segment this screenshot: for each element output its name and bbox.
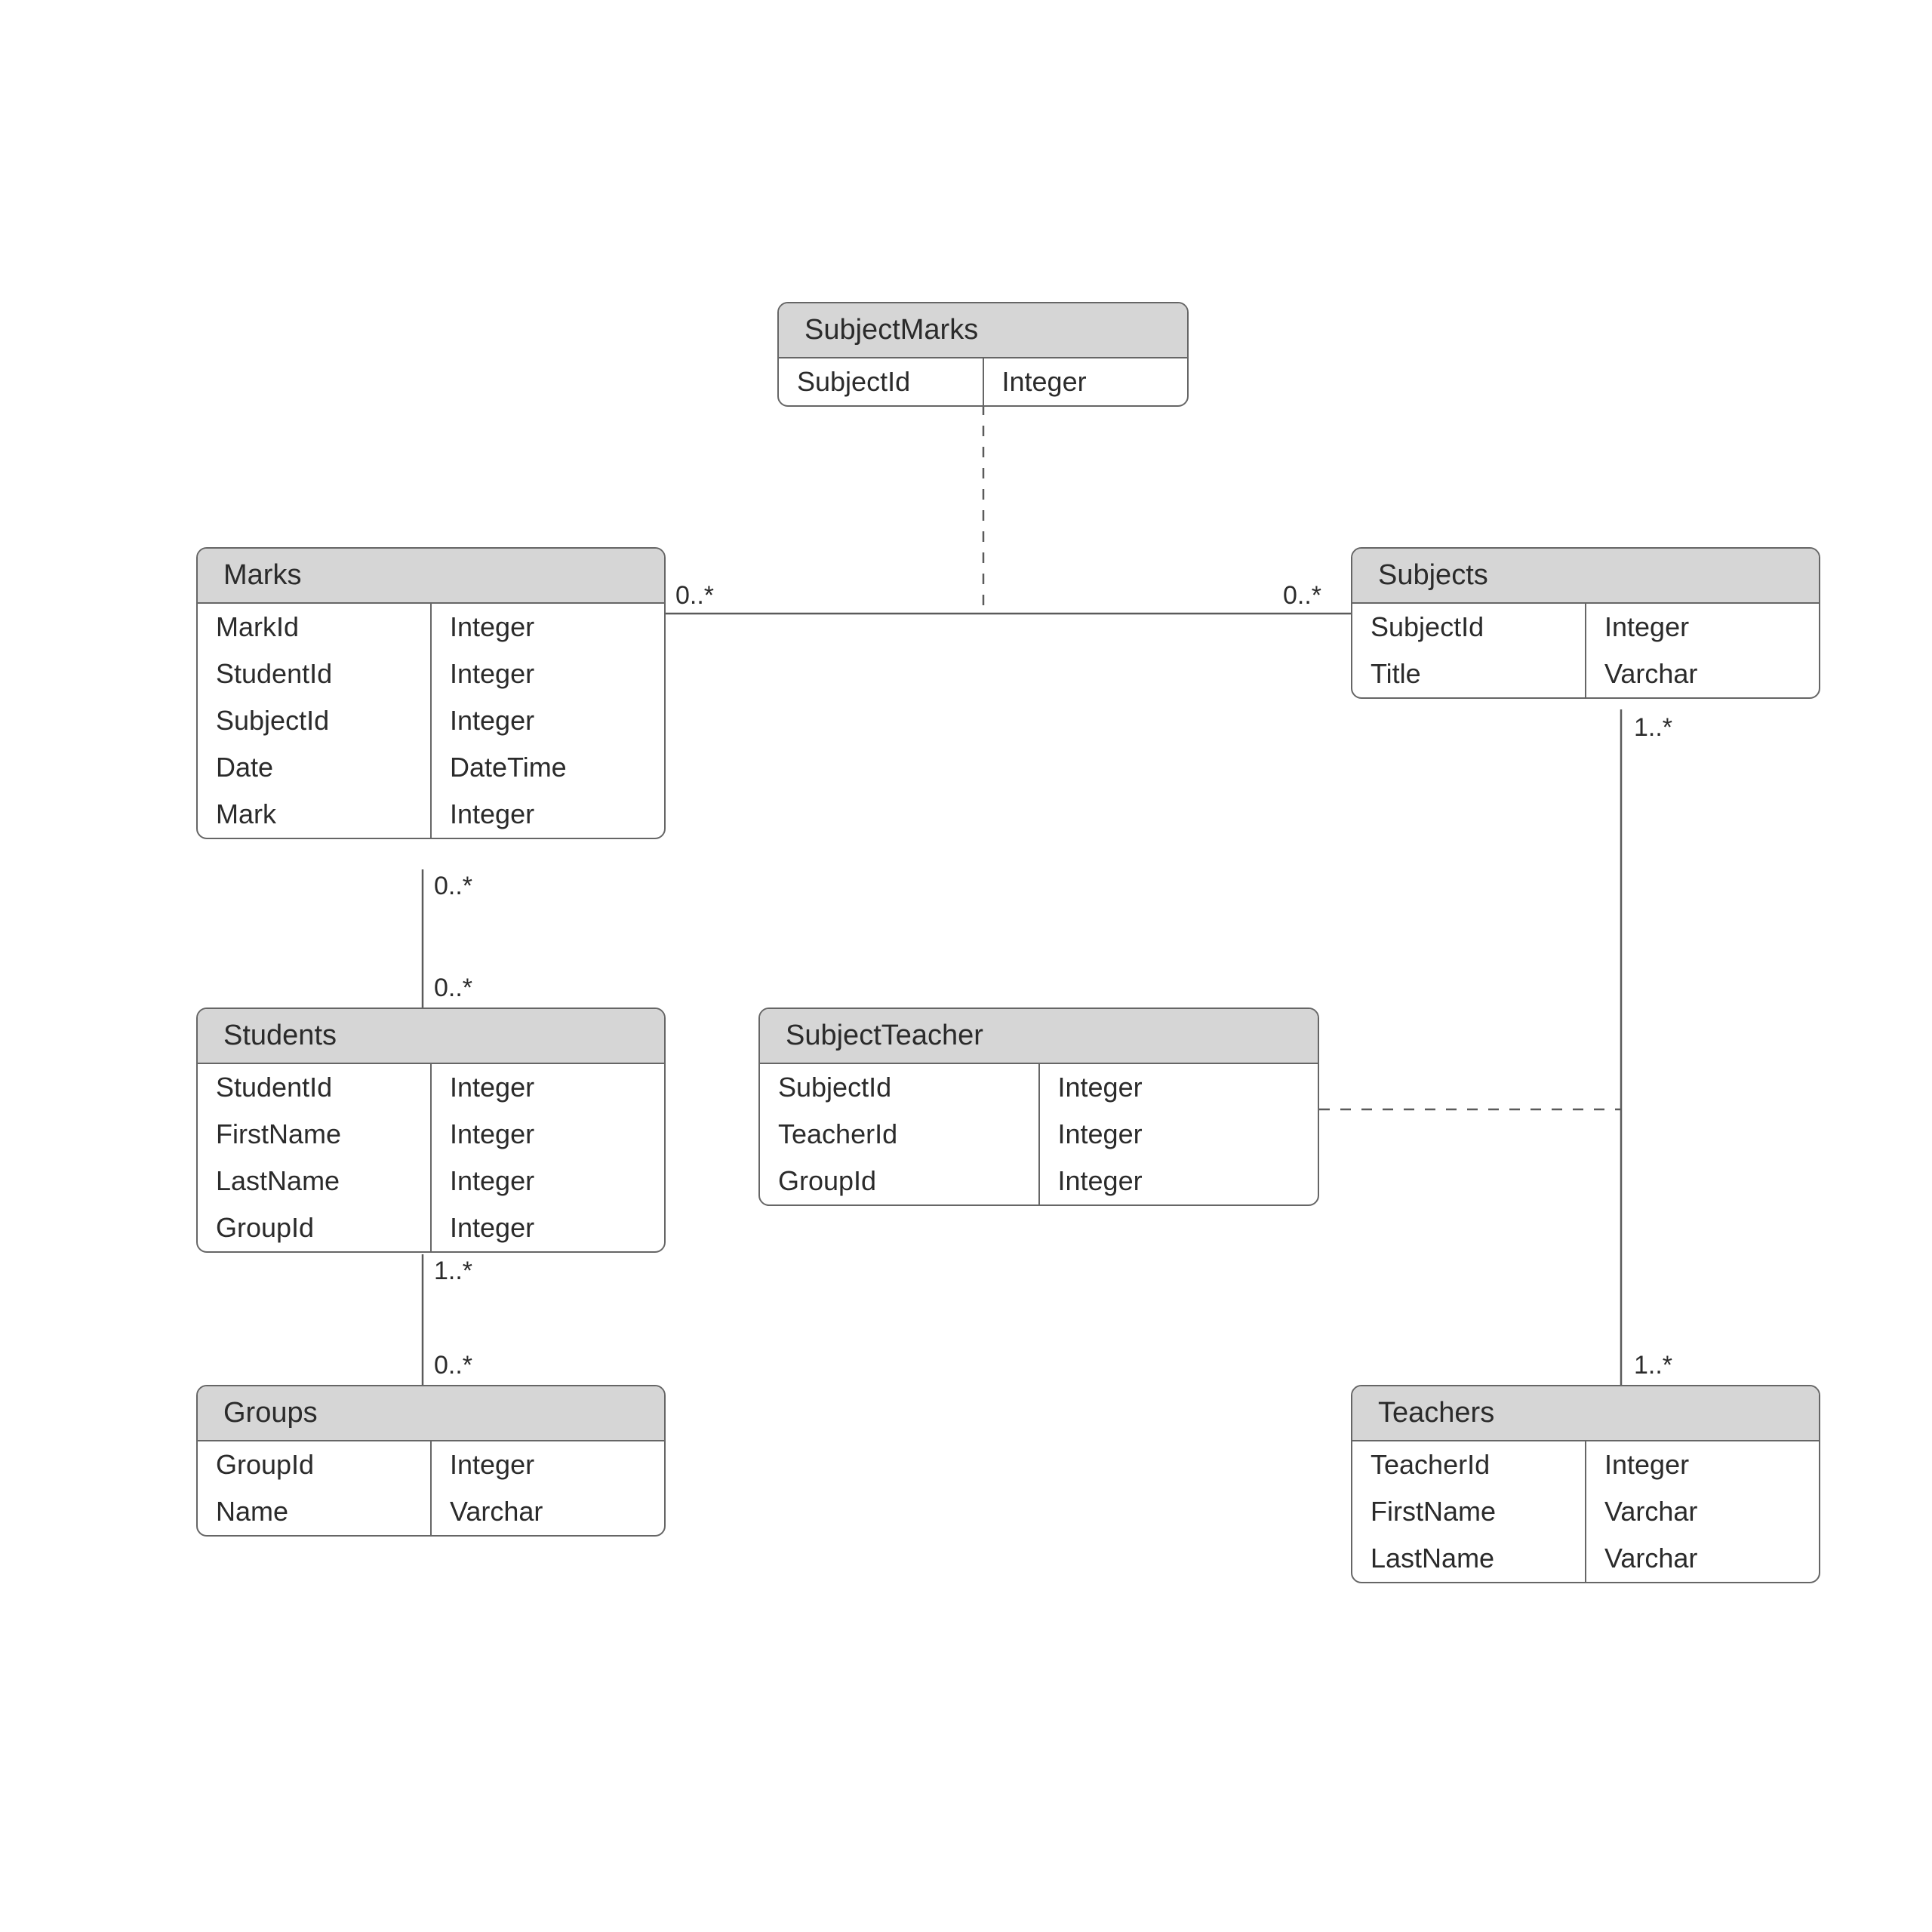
entity-fields: TeacherId Integer FirstName Varchar Last… — [1352, 1441, 1819, 1582]
field-type: Integer — [431, 1158, 664, 1204]
entity-title: Students — [198, 1009, 664, 1064]
field-type: DateTime — [431, 744, 664, 791]
field-row: Mark Integer — [198, 791, 664, 838]
field-row: SubjectId Integer — [779, 358, 1187, 405]
field-type: Integer — [431, 604, 664, 651]
field-type: Integer — [431, 1064, 664, 1111]
field-type: Integer — [983, 358, 1188, 405]
field-name: GroupId — [198, 1204, 431, 1251]
field-name: Name — [198, 1488, 431, 1535]
field-name: TeacherId — [1352, 1441, 1586, 1488]
field-row: Date DateTime — [198, 744, 664, 791]
cardinality-label: 0..* — [1283, 581, 1321, 611]
field-name: Title — [1352, 651, 1586, 697]
entity-marks: Marks MarkId Integer StudentId Integer S… — [196, 547, 666, 839]
field-name: StudentId — [198, 1064, 431, 1111]
entity-fields: GroupId Integer Name Varchar — [198, 1441, 664, 1535]
field-type: Integer — [1586, 604, 1819, 651]
field-name: SubjectId — [1352, 604, 1586, 651]
entity-title: Marks — [198, 549, 664, 604]
entity-title: Teachers — [1352, 1386, 1819, 1441]
field-name: LastName — [198, 1158, 431, 1204]
entity-fields: StudentId Integer FirstName Integer Last… — [198, 1064, 664, 1251]
field-type: Integer — [431, 791, 664, 838]
entity-fields: SubjectId Integer Title Varchar — [1352, 604, 1819, 697]
entity-title: Groups — [198, 1386, 664, 1441]
field-type: Varchar — [1586, 1488, 1819, 1535]
cardinality-label: 0..* — [434, 1351, 472, 1380]
field-row: Title Varchar — [1352, 651, 1819, 697]
er-diagram-canvas: { "entities": { "subjectMarks": { "title… — [0, 0, 1932, 1932]
entity-fields: SubjectId Integer TeacherId Integer Grou… — [760, 1064, 1318, 1204]
field-name: TeacherId — [760, 1111, 1039, 1158]
field-row: FirstName Varchar — [1352, 1488, 1819, 1535]
field-row: TeacherId Integer — [760, 1111, 1318, 1158]
cardinality-label: 0..* — [675, 581, 714, 611]
cardinality-label: 0..* — [434, 872, 472, 901]
field-name: Date — [198, 744, 431, 791]
field-row: GroupId Integer — [198, 1441, 664, 1488]
field-row: Name Varchar — [198, 1488, 664, 1535]
field-name: FirstName — [1352, 1488, 1586, 1535]
field-name: MarkId — [198, 604, 431, 651]
entity-fields: MarkId Integer StudentId Integer Subject… — [198, 604, 664, 838]
field-row: StudentId Integer — [198, 1064, 664, 1111]
field-type: Integer — [1039, 1158, 1318, 1204]
entity-groups: Groups GroupId Integer Name Varchar — [196, 1385, 666, 1537]
field-row: MarkId Integer — [198, 604, 664, 651]
cardinality-label: 1..* — [434, 1257, 472, 1286]
field-row: LastName Varchar — [1352, 1535, 1819, 1582]
field-row: LastName Integer — [198, 1158, 664, 1204]
field-type: Varchar — [1586, 1535, 1819, 1582]
field-row: SubjectId Integer — [1352, 604, 1819, 651]
field-row: FirstName Integer — [198, 1111, 664, 1158]
field-type: Integer — [1586, 1441, 1819, 1488]
field-type: Integer — [1039, 1111, 1318, 1158]
field-row: GroupId Integer — [198, 1204, 664, 1251]
entity-teachers: Teachers TeacherId Integer FirstName Var… — [1351, 1385, 1820, 1583]
field-name: SubjectId — [198, 697, 431, 744]
field-type: Integer — [431, 697, 664, 744]
entity-students: Students StudentId Integer FirstName Int… — [196, 1008, 666, 1253]
entity-subjects: Subjects SubjectId Integer Title Varchar — [1351, 547, 1820, 699]
field-type: Varchar — [1586, 651, 1819, 697]
field-name: SubjectId — [779, 358, 983, 405]
entity-fields: SubjectId Integer — [779, 358, 1187, 405]
connector-layer — [0, 0, 1932, 1932]
cardinality-label: 1..* — [1634, 713, 1672, 743]
field-name: FirstName — [198, 1111, 431, 1158]
field-type: Integer — [431, 651, 664, 697]
field-row: StudentId Integer — [198, 651, 664, 697]
field-type: Integer — [431, 1111, 664, 1158]
entity-title: SubjectTeacher — [760, 1009, 1318, 1064]
field-type: Varchar — [431, 1488, 664, 1535]
field-type: Integer — [431, 1441, 664, 1488]
field-name: SubjectId — [760, 1064, 1039, 1111]
cardinality-label: 1..* — [1634, 1351, 1672, 1380]
field-name: GroupId — [760, 1158, 1039, 1204]
field-type: Integer — [1039, 1064, 1318, 1111]
cardinality-label: 0..* — [434, 974, 472, 1003]
field-row: SubjectId Integer — [760, 1064, 1318, 1111]
field-name: StudentId — [198, 651, 431, 697]
entity-subjectteacher: SubjectTeacher SubjectId Integer Teacher… — [758, 1008, 1319, 1206]
field-row: SubjectId Integer — [198, 697, 664, 744]
field-type: Integer — [431, 1204, 664, 1251]
field-name: GroupId — [198, 1441, 431, 1488]
entity-subjectmarks: SubjectMarks SubjectId Integer — [777, 302, 1189, 407]
field-name: Mark — [198, 791, 431, 838]
entity-title: SubjectMarks — [779, 303, 1187, 358]
field-row: TeacherId Integer — [1352, 1441, 1819, 1488]
field-name: LastName — [1352, 1535, 1586, 1582]
field-row: GroupId Integer — [760, 1158, 1318, 1204]
entity-title: Subjects — [1352, 549, 1819, 604]
